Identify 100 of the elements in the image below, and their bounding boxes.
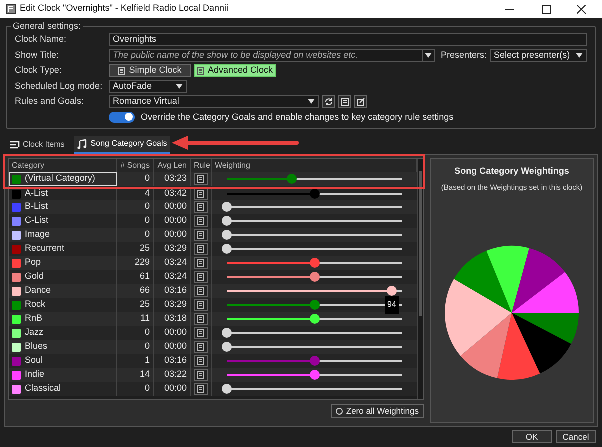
tab[interactable]: Song Category Goals (74, 136, 170, 154)
slider-thumb[interactable] (310, 258, 320, 268)
dropdown-arrow-icon[interactable] (422, 50, 434, 61)
document-icon (197, 259, 205, 267)
rule-button[interactable] (194, 383, 208, 395)
category-name: C-List (25, 214, 49, 228)
rule-button[interactable] (194, 243, 208, 255)
zero-weightings-button[interactable]: Zero all Weightings (331, 404, 424, 418)
document-icon (197, 371, 205, 379)
dropdown-value: Romance Virtual (113, 95, 180, 108)
dialog-button[interactable]: OK (512, 430, 552, 443)
rule-button[interactable] (194, 355, 208, 367)
document-icon (197, 315, 205, 323)
tab[interactable]: Clock Items (6, 136, 68, 154)
dropdown-value: AutoFade (113, 80, 152, 92)
list-icon (196, 66, 205, 75)
document-icon (197, 329, 205, 337)
category-name: Classical (25, 382, 62, 396)
slider-thumb[interactable] (310, 370, 320, 380)
log-mode-dropdown[interactable]: AutoFade (109, 80, 187, 93)
document-icon (197, 287, 205, 295)
rule-button[interactable] (194, 341, 208, 353)
rule-button[interactable] (194, 369, 208, 381)
slider-thumb[interactable] (222, 342, 232, 352)
override-toggle[interactable] (109, 112, 135, 123)
document-icon (197, 203, 205, 211)
rule-button[interactable] (194, 285, 208, 297)
value-tooltip: 94 (384, 296, 400, 314)
category-name: Recurrent (25, 242, 65, 256)
slider-thumb[interactable] (386, 286, 396, 296)
category-cell[interactable]: (Virtual Category) (9, 172, 117, 186)
document-icon (197, 273, 205, 281)
slider-thumb[interactable] (310, 356, 320, 366)
maximize-icon[interactable] (542, 4, 551, 14)
clock-name-field[interactable]: Overnights (109, 33, 587, 46)
list-button[interactable] (338, 95, 351, 108)
category-name: Dance (25, 284, 52, 298)
refresh-button[interactable] (322, 95, 335, 108)
category-name: Pop (25, 256, 42, 270)
slider-thumb[interactable] (310, 189, 320, 199)
rule-button[interactable] (194, 327, 208, 339)
dropdown-value: Select presenter(s) (494, 48, 570, 62)
app-icon (6, 4, 16, 14)
rule-button[interactable] (194, 257, 208, 269)
category-name: Rock (25, 298, 46, 312)
clock-type-button[interactable]: Simple Clock (109, 64, 191, 78)
caret-icon (176, 84, 183, 89)
field-label: Scheduled Log mode: (15, 80, 104, 93)
clock-type-button[interactable]: Advanced Clock (194, 64, 276, 78)
slider-thumb[interactable] (310, 314, 320, 324)
rules-dropdown[interactable]: Romance Virtual (109, 95, 319, 108)
rule-button[interactable] (194, 173, 208, 185)
slider-thumb[interactable] (286, 174, 297, 184)
table-cell: 00:00 (154, 382, 191, 396)
rule-button[interactable] (194, 313, 208, 325)
slider-thumb[interactable] (310, 272, 320, 282)
music-note-icon (76, 138, 88, 150)
field-label: Rules and Goals: (15, 95, 86, 108)
rule-button[interactable] (194, 215, 208, 227)
presenters-dropdown[interactable]: Select presenter(s) (490, 48, 587, 62)
category-name: Soul (25, 354, 44, 368)
rule-button[interactable] (194, 229, 208, 241)
document-icon (197, 343, 205, 351)
slider-thumb[interactable] (222, 244, 232, 254)
field-label: Clock Type: (15, 64, 63, 77)
field-label: Presenters: (441, 48, 488, 62)
group-title: General settings: (11, 20, 84, 34)
list-icon (9, 140, 20, 150)
close-icon[interactable] (577, 4, 586, 14)
category-name: Indie (25, 368, 45, 382)
scrollbar[interactable] (417, 159, 423, 399)
field-label: Clock Name: (15, 33, 68, 46)
slider-thumb[interactable] (222, 216, 232, 226)
window-title: Edit Clock "Overnights" - Kelfield Radio Local Dannii (20, 2, 230, 16)
slider-thumb[interactable] (222, 328, 232, 338)
rule-button[interactable] (194, 299, 208, 311)
category-cell[interactable]: Classical (9, 382, 117, 396)
slider-thumb[interactable] (222, 202, 232, 212)
slider-thumb[interactable] (222, 384, 232, 394)
dialog-button[interactable]: Cancel (556, 430, 596, 443)
slider-thumb[interactable] (310, 300, 320, 310)
caret-icon (308, 99, 315, 104)
slider-thumb[interactable] (222, 230, 232, 240)
document-icon (197, 357, 205, 365)
document-icon (197, 175, 205, 183)
list-icon (118, 66, 126, 75)
field-label: Show Title: (15, 48, 60, 62)
refresh-icon (324, 96, 334, 107)
caret-icon (576, 52, 583, 58)
column-header[interactable]: Category (9, 159, 117, 172)
rule-button[interactable] (194, 271, 208, 283)
rule-button[interactable] (194, 201, 208, 213)
document-icon (197, 245, 205, 253)
chart-title: Song Category Weightings (454, 165, 570, 178)
document-icon (197, 231, 205, 239)
document-icon (197, 217, 205, 225)
edit-icon (356, 96, 366, 107)
edit-button[interactable] (354, 95, 367, 108)
rule-button[interactable] (194, 188, 208, 200)
show-title-field[interactable]: The public name of the show to be displayed on websites etc. (109, 48, 435, 62)
